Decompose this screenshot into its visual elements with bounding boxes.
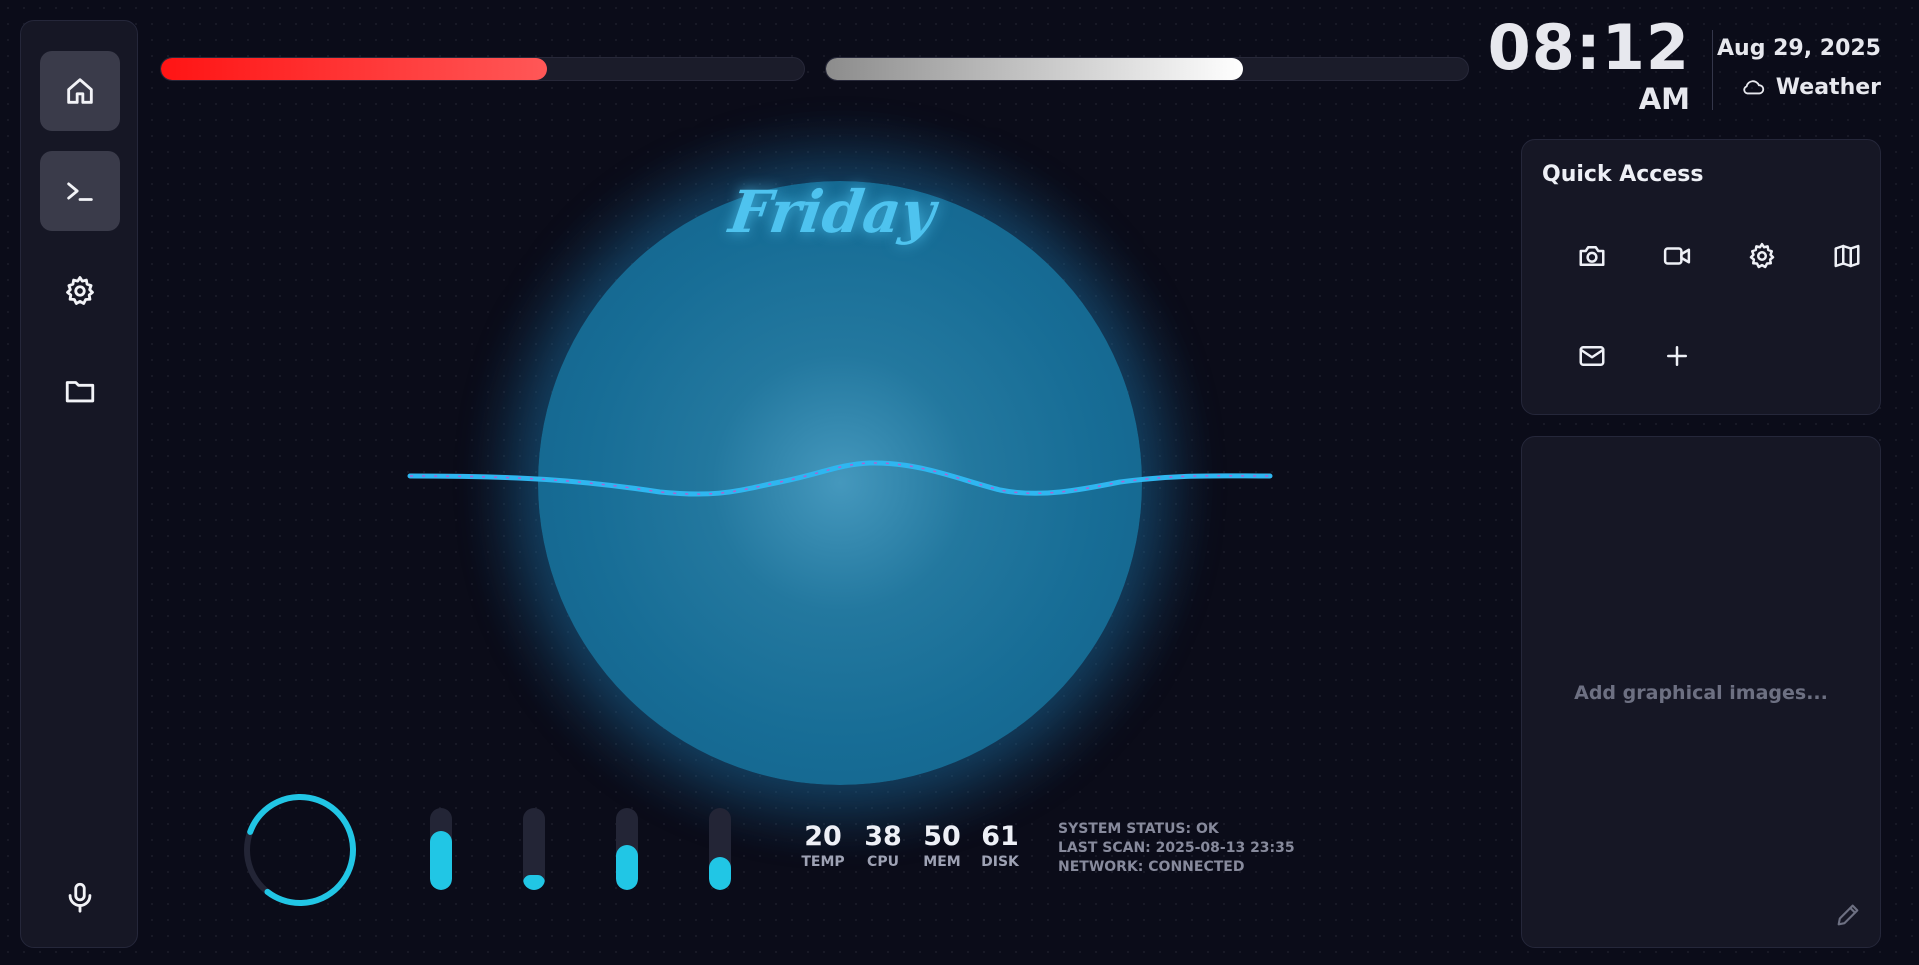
map-button[interactable] <box>1817 226 1877 286</box>
stat-value: 50 <box>923 821 961 852</box>
stat-value: 38 <box>864 821 902 852</box>
sidebar <box>20 20 138 948</box>
home-icon <box>67 78 93 104</box>
stat-label: TEMP <box>801 854 845 870</box>
sidebar-item-terminal[interactable] <box>40 151 120 231</box>
video-icon <box>1663 247 1691 265</box>
camera-icon <box>1579 246 1605 266</box>
quick-access-title: Quick Access <box>1542 162 1704 187</box>
video-button[interactable] <box>1647 226 1707 286</box>
microphone-button[interactable] <box>40 857 120 937</box>
plus-icon <box>1667 346 1687 366</box>
weather-button[interactable]: Weather <box>1740 72 1881 102</box>
stat-value: 20 <box>804 821 842 852</box>
stat-label: CPU <box>867 854 899 870</box>
stat-label: DISK <box>981 854 1019 870</box>
clock-time: 08:12 <box>1487 11 1690 84</box>
stat-label: MEM <box>923 854 961 870</box>
folder-icon <box>65 381 95 403</box>
clock: 08:12 AM <box>1488 12 1690 122</box>
graphics-panel[interactable]: Add graphical images... <box>1521 436 1881 948</box>
mail-button[interactable] <box>1562 326 1622 386</box>
weather-label: Weather <box>1775 74 1881 100</box>
stat-disk: 61 DISK <box>970 820 1030 870</box>
system-status: SYSTEM STATUS: OK LAST SCAN: 2025-08-13 … <box>1058 820 1295 877</box>
level-bar-fill <box>523 875 545 890</box>
stat-temp: 20 TEMP <box>793 820 853 870</box>
stat-value: 61 <box>981 821 1019 852</box>
level-bar-fill <box>709 857 731 890</box>
edit-button[interactable] <box>1834 901 1862 929</box>
level-bar-3 <box>616 808 638 890</box>
date-label: Aug 29, 2025 <box>1717 36 1881 61</box>
assistant-name: Friday <box>725 178 940 246</box>
level-bar-fill <box>616 844 638 890</box>
system-status-line: SYSTEM STATUS: OK <box>1058 821 1219 837</box>
map-icon <box>1834 244 1860 268</box>
red-progress-fill <box>161 58 547 80</box>
cloud-icon <box>1743 80 1765 95</box>
white-progress-fill <box>826 58 1244 80</box>
activity-ring <box>244 794 356 906</box>
sidebar-item-settings[interactable] <box>40 251 120 331</box>
clock-ampm: AM <box>1638 82 1690 116</box>
sidebar-item-files[interactable] <box>40 351 120 431</box>
terminal-icon <box>67 182 93 201</box>
last-scan-line: LAST SCAN: 2025-08-13 23:35 <box>1058 840 1295 856</box>
graphics-placeholder: Add graphical images... <box>1574 682 1828 704</box>
settings-button[interactable] <box>1732 226 1792 286</box>
add-shortcut-button[interactable] <box>1647 326 1707 386</box>
white-progress-bar <box>825 57 1469 81</box>
stat-mem: 50 MEM <box>912 820 972 870</box>
microphone-icon <box>68 882 92 913</box>
level-bar-fill <box>430 830 452 890</box>
quick-access-panel: Quick Access <box>1521 139 1881 415</box>
level-bar-4 <box>709 808 731 890</box>
sidebar-item-home[interactable] <box>40 51 120 131</box>
voice-waveform <box>407 460 1273 497</box>
level-bar-1 <box>430 808 452 890</box>
stat-cpu: 38 CPU <box>853 820 913 870</box>
gear-icon <box>1749 242 1775 269</box>
mail-icon <box>1579 346 1605 366</box>
red-progress-bar <box>160 57 805 81</box>
level-bar-2 <box>523 808 545 890</box>
gear-icon <box>66 276 94 305</box>
pencil-icon <box>1837 904 1859 926</box>
camera-button[interactable] <box>1562 226 1622 286</box>
network-line: NETWORK: CONNECTED <box>1058 859 1245 875</box>
